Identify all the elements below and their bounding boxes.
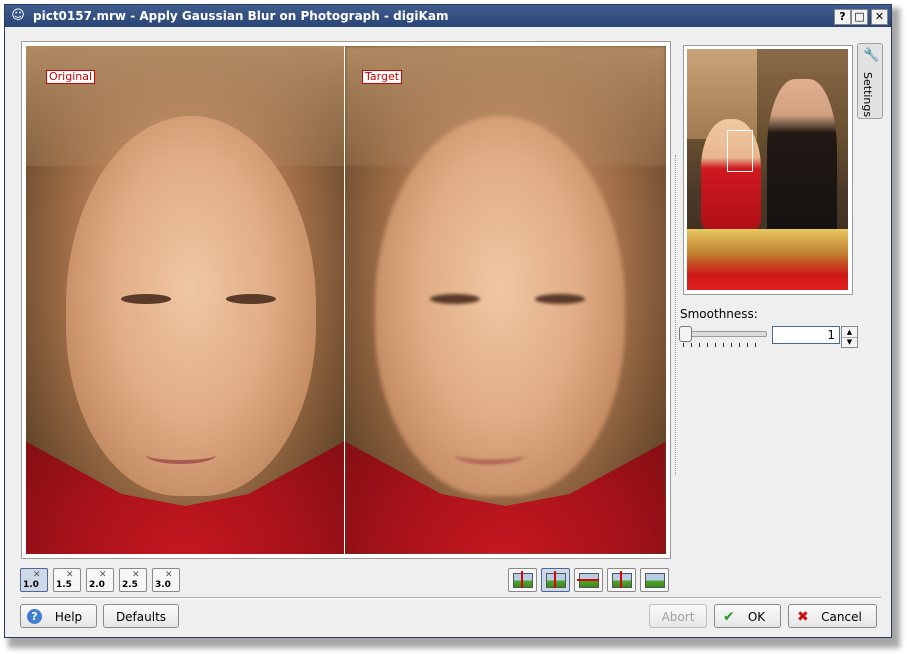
target-mouth <box>455 446 525 464</box>
spin-down-arrow-icon[interactable]: ▼ <box>842 337 857 347</box>
zoom-label: 2.5 <box>122 580 138 590</box>
split-hline-icon <box>577 579 599 581</box>
smoothness-spinbox-input[interactable] <box>772 326 840 344</box>
thumb-table <box>687 229 848 290</box>
smoothness-slider-ticks <box>683 343 763 347</box>
preview-target-button[interactable] <box>640 568 669 592</box>
split-separator-line[interactable] <box>344 46 345 554</box>
smoothness-label: Smoothness: <box>680 307 758 321</box>
cancel-button-label: Cancel <box>821 610 862 624</box>
split-card-horizontal-button[interactable] <box>574 568 603 592</box>
help-question-button[interactable]: ? <box>834 9 851 25</box>
button-bar-separator <box>21 597 881 599</box>
zoom-1.5-button[interactable]: ✕ 1.5 <box>53 568 81 592</box>
ok-button[interactable]: ✔ OK <box>714 604 781 628</box>
help-button-label: Help <box>54 610 83 624</box>
original-mouth <box>146 446 216 464</box>
zoom-2.0-button[interactable]: ✕ 2.0 <box>86 568 114 592</box>
help-icon: ? <box>27 609 42 624</box>
target-preview-pane[interactable]: Target <box>345 46 666 554</box>
zoom-label: 3.0 <box>155 580 171 590</box>
split-duplicate-vertical-icon <box>513 573 533 588</box>
original-eye-right <box>226 294 276 304</box>
navigator-thumbnail[interactable] <box>683 45 853 295</box>
zoom-label: 1.0 <box>23 580 39 590</box>
split-line-icon <box>521 571 523 588</box>
maximize-button[interactable]: □ <box>851 9 868 25</box>
zoom-3.0-button[interactable]: ✕ 3.0 <box>152 568 180 592</box>
smoothness-slider-handle[interactable] <box>679 326 692 342</box>
defaults-button[interactable]: Defaults <box>103 604 179 628</box>
dialog-window: ☺ pict0157.mrw - Apply Gaussian Blur on … <box>4 4 892 638</box>
close-button[interactable]: ✕ <box>871 9 888 25</box>
window-title: pict0157.mrw - Apply Gaussian Blur on Ph… <box>33 9 449 23</box>
zoom-1.0-button[interactable]: ✕ 1.0 <box>20 568 48 592</box>
split-vertical-button[interactable] <box>607 568 636 592</box>
navigator-selection-rectangle[interactable] <box>727 130 753 172</box>
split-card-vertical-button[interactable] <box>541 568 570 592</box>
original-preview-pane[interactable]: Original <box>26 46 344 554</box>
tab-settings-label: Settings <box>861 72 874 118</box>
ok-button-label: OK <box>747 610 766 624</box>
title-bar[interactable]: ☺ pict0157.mrw - Apply Gaussian Blur on … <box>5 5 891 27</box>
help-button[interactable]: ? Help <box>20 604 97 628</box>
zoom-icon: ✕ <box>66 570 74 580</box>
smoothness-spinbox-buttons[interactable]: ▲ ▼ <box>841 326 858 348</box>
original-eye-left <box>121 294 171 304</box>
digikam-icon[interactable]: ☺ <box>10 8 26 24</box>
image-preview[interactable]: Original Target <box>21 41 671 559</box>
abort-button-label: Abort <box>661 610 695 624</box>
zoom-icon: ✕ <box>132 570 140 580</box>
zoom-label: 1.5 <box>56 580 72 590</box>
zoom-2.5-button[interactable]: ✕ 2.5 <box>119 568 147 592</box>
original-label: Original <box>46 70 96 84</box>
split-line-icon <box>620 571 622 588</box>
original-face <box>66 116 316 496</box>
target-eye-right <box>535 294 585 304</box>
target-face <box>375 116 625 496</box>
zoom-icon: ✕ <box>99 570 107 580</box>
split-duplicate-vertical-button[interactable] <box>508 568 537 592</box>
thumbnail-image[interactable] <box>687 49 848 290</box>
defaults-button-label: Defaults <box>115 610 167 624</box>
target-label: Target <box>362 70 403 84</box>
wrench-icon: 🔧 <box>863 48 880 63</box>
panel-divider[interactable] <box>675 155 676 475</box>
target-eye-left <box>430 294 480 304</box>
split-line-icon <box>554 571 556 588</box>
preview-target-icon <box>645 573 665 588</box>
split-vertical-icon <box>612 573 632 588</box>
smoothness-slider-track[interactable] <box>681 331 767 337</box>
tab-settings[interactable]: 🔧 Settings <box>857 43 883 119</box>
cancel-button[interactable]: ✖ Cancel <box>788 604 877 628</box>
split-card-vertical-icon <box>546 573 566 588</box>
zoom-icon: ✕ <box>33 570 41 580</box>
zoom-icon: ✕ <box>165 570 173 580</box>
zoom-label: 2.0 <box>89 580 105 590</box>
abort-button[interactable]: Abort <box>649 604 707 628</box>
